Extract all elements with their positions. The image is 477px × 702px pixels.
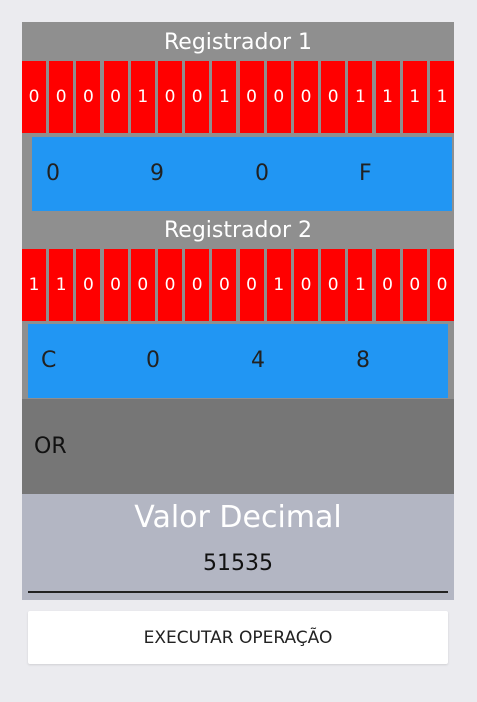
register1-bit-toggle[interactable]: 0 xyxy=(185,61,210,133)
execute-operation-button[interactable]: EXECUTAR OPERAÇÃO xyxy=(28,611,448,664)
register1-bit-toggle[interactable]: 0 xyxy=(103,61,128,133)
register1-bit-toggle[interactable]: 0 xyxy=(158,61,182,133)
register1-bit-toggle[interactable]: 1 xyxy=(430,61,454,133)
register1-bit-toggle[interactable]: 0 xyxy=(239,61,264,133)
field-underline xyxy=(28,591,448,593)
register1-bit-row: 0000100100001111 xyxy=(22,61,454,133)
register1-bit-toggle[interactable]: 1 xyxy=(402,61,427,133)
register2-bit-toggle[interactable]: 0 xyxy=(430,249,454,321)
register1-bit-toggle[interactable]: 1 xyxy=(375,61,400,133)
calculator-panel: Registrador 1 0000100100001111 0 9 0 F R… xyxy=(22,22,454,600)
register2-bit-toggle[interactable]: 1 xyxy=(49,249,74,321)
register1-bit-toggle[interactable]: 1 xyxy=(348,61,373,133)
register1-hex-digit: 9 xyxy=(150,161,164,186)
register2-bit-toggle[interactable]: 0 xyxy=(76,249,101,321)
register2-hex-digit: C xyxy=(41,348,57,373)
register2-bit-toggle[interactable]: 0 xyxy=(239,249,264,321)
register1-bit-toggle[interactable]: 0 xyxy=(22,61,46,133)
register2-bit-toggle[interactable]: 1 xyxy=(266,249,291,321)
register1-hex-digit: 0 xyxy=(255,161,269,186)
operation-label: OR xyxy=(34,434,67,459)
register2-hex-digit: 0 xyxy=(146,348,160,373)
register2-hex-digit: 8 xyxy=(356,348,370,373)
register2-bit-toggle[interactable]: 0 xyxy=(321,249,346,321)
register2-bit-toggle[interactable]: 0 xyxy=(402,249,427,321)
register2-hex-row: C 0 4 8 xyxy=(28,324,448,398)
register2-bit-toggle[interactable]: 0 xyxy=(103,249,128,321)
register2-bit-toggle[interactable]: 1 xyxy=(22,249,46,321)
register1-title: Registrador 1 xyxy=(164,30,312,55)
register2-hex-digit: 4 xyxy=(251,348,265,373)
decimal-value-field[interactable]: 51535 xyxy=(22,546,454,582)
register1-bit-toggle[interactable]: 0 xyxy=(294,61,318,133)
register1-bit-toggle[interactable]: 1 xyxy=(212,61,237,133)
register1-hex-digit: 0 xyxy=(46,161,60,186)
register2-bit-row: 1100000001001000 xyxy=(22,249,454,321)
register2-bit-toggle[interactable]: 0 xyxy=(185,249,210,321)
register1-bit-toggle[interactable]: 0 xyxy=(49,61,74,133)
register1-hex-row: 0 9 0 F xyxy=(32,137,452,211)
result-title: Valor Decimal xyxy=(134,500,342,535)
register2-title: Registrador 2 xyxy=(164,218,312,243)
register2-bit-toggle[interactable]: 1 xyxy=(348,249,373,321)
register1-bit-toggle[interactable]: 1 xyxy=(130,61,155,133)
register2-bit-toggle[interactable]: 0 xyxy=(130,249,155,321)
register2-bit-toggle[interactable]: 0 xyxy=(294,249,318,321)
register2-bit-toggle[interactable]: 0 xyxy=(158,249,182,321)
register1-bit-toggle[interactable]: 0 xyxy=(321,61,346,133)
register1-hex-digit: F xyxy=(359,161,372,186)
operation-selector[interactable]: OR xyxy=(22,399,454,494)
register2-bit-toggle[interactable]: 0 xyxy=(212,249,237,321)
register1-bit-toggle[interactable]: 0 xyxy=(266,61,291,133)
register1-bit-toggle[interactable]: 0 xyxy=(76,61,101,133)
result-section: Valor Decimal 51535 xyxy=(22,494,454,600)
register2-bit-toggle[interactable]: 0 xyxy=(375,249,400,321)
